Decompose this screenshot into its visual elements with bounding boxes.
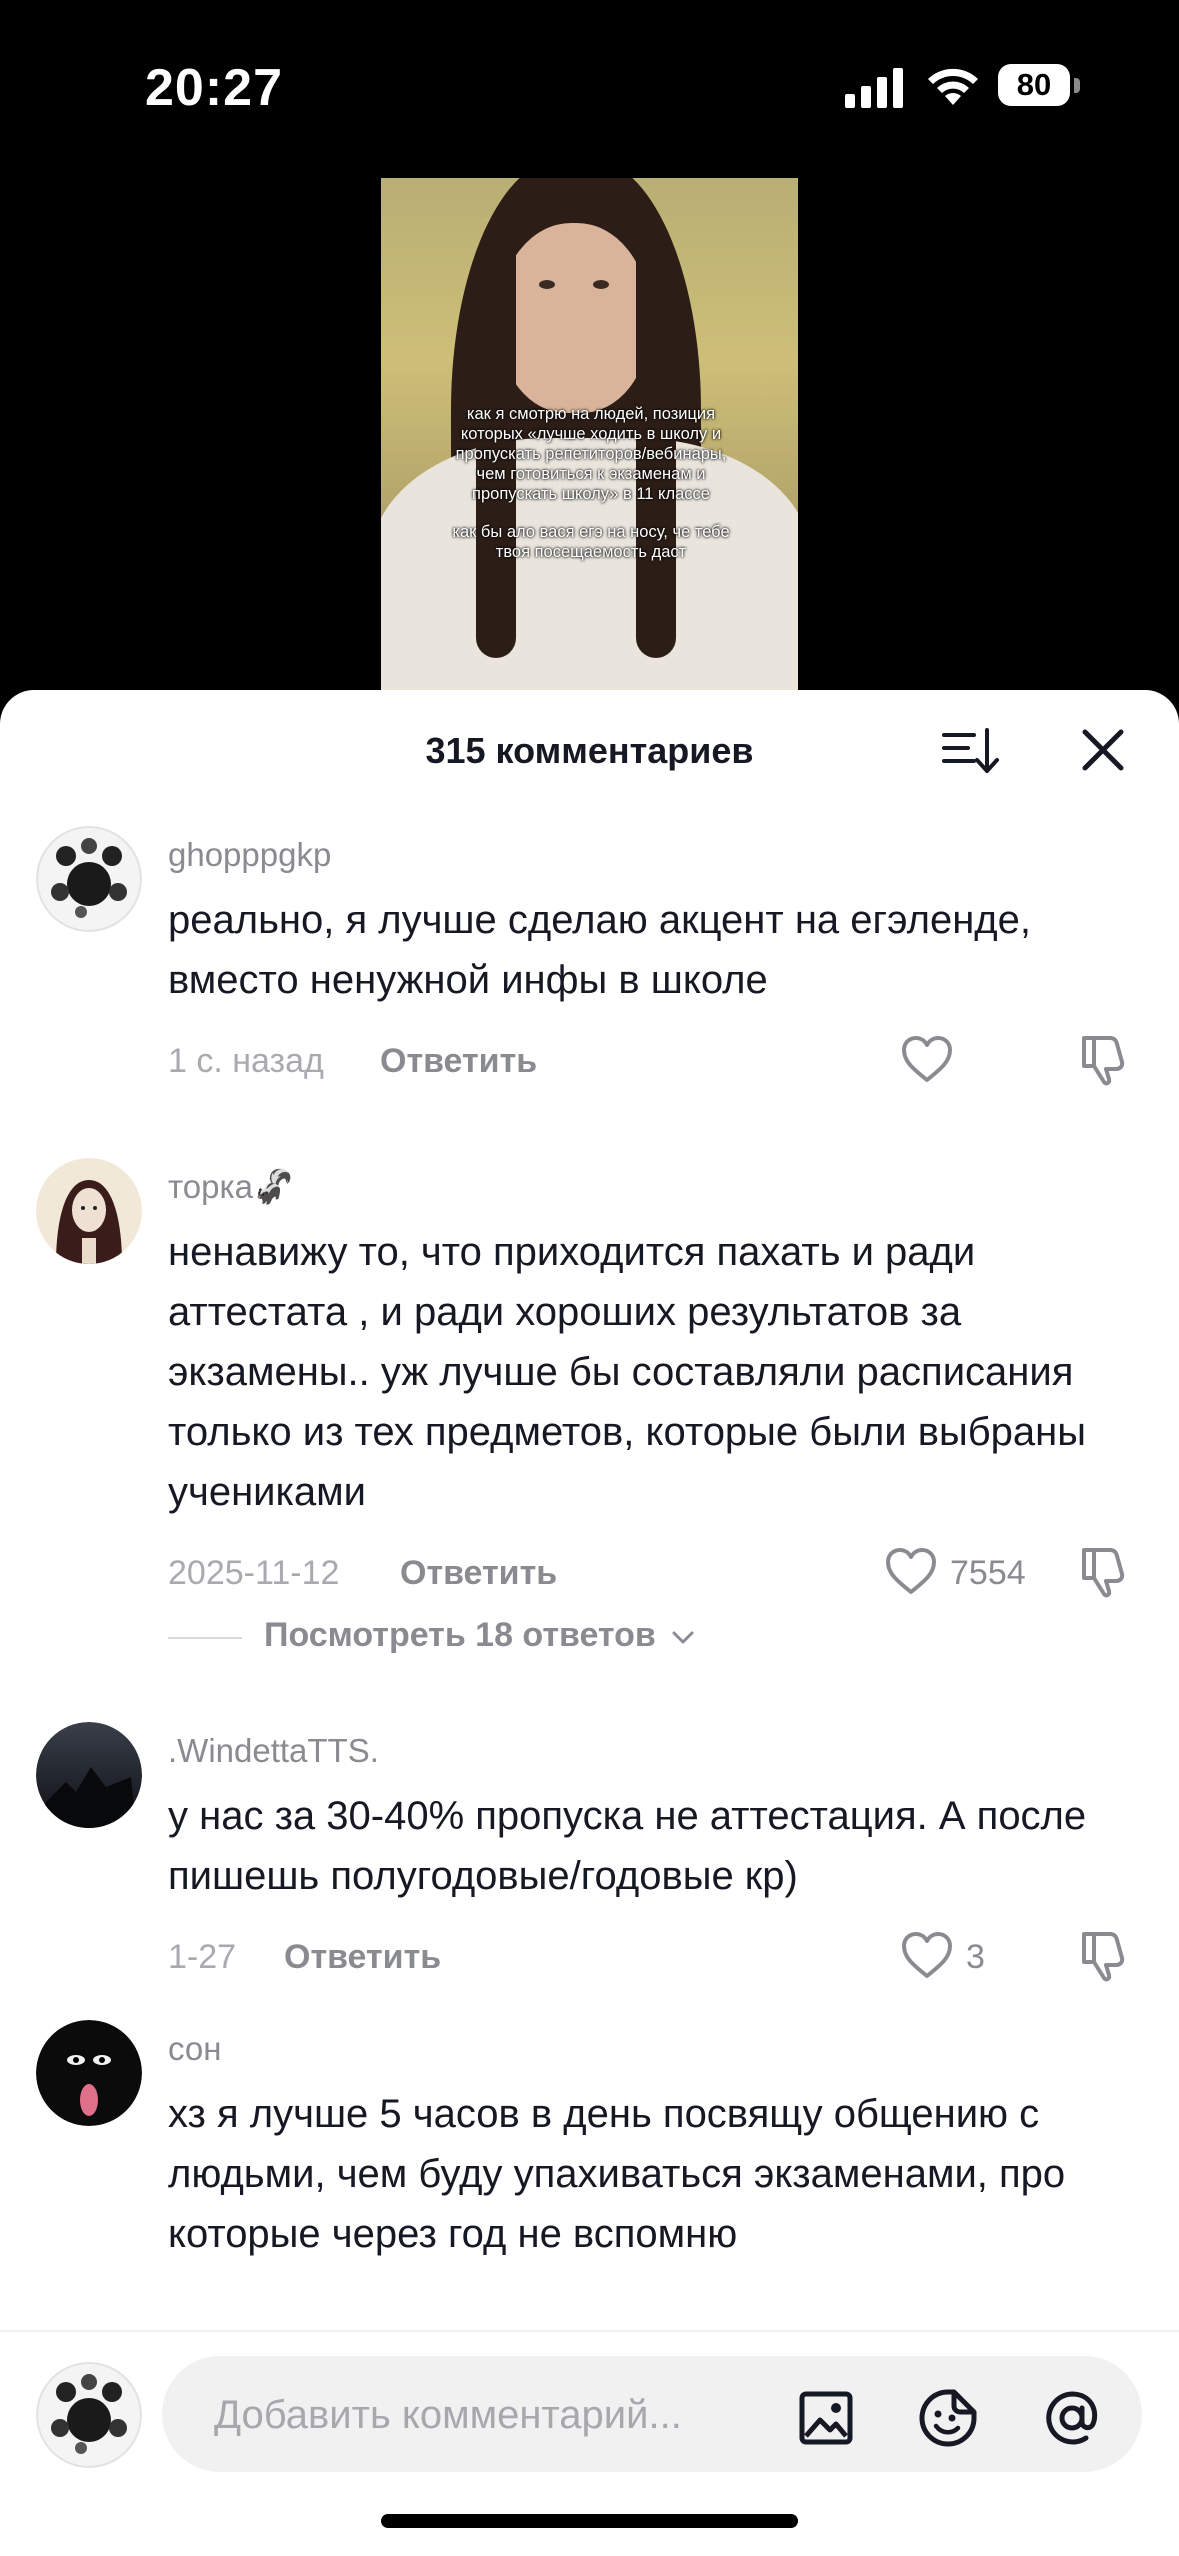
comment-text: хз я лучше 5 часов в день посвящу общени… (168, 2092, 1066, 2256)
cellular-signal-icon (845, 68, 903, 108)
comment-input-container[interactable] (162, 2356, 1142, 2472)
status-bar: 20:27 80 (0, 0, 1179, 170)
view-replies-button[interactable]: Посмотреть 18 ответов (168, 1616, 768, 1660)
comment-username[interactable]: ghopppgkp (168, 836, 331, 874)
person-face (499, 223, 649, 413)
comment-text: у нас за 30-40% пропуска не аттестация. … (168, 1794, 1087, 1898)
emoji-icon[interactable] (918, 2388, 978, 2448)
heart-icon[interactable] (900, 1930, 954, 1980)
comment-username[interactable]: сон (168, 2030, 221, 2068)
comments-sheet: 315 комментариев ghopppgkp реально, я лу… (0, 690, 1179, 2556)
dislike-icon[interactable] (1078, 1928, 1130, 1982)
battery-level: 80 (1016, 67, 1052, 102)
close-icon[interactable] (1075, 722, 1131, 778)
comment-timestamp: 1-27 (168, 1938, 237, 1976)
avatar[interactable] (36, 826, 142, 932)
chevron-down-icon (672, 1631, 694, 1644)
heart-icon[interactable] (884, 1546, 938, 1596)
comments-count-title: 315 комментариев (425, 730, 754, 771)
heart-icon[interactable] (900, 1034, 954, 1084)
image-icon[interactable] (798, 2390, 854, 2446)
comment-timestamp: 1 с. назад (168, 1042, 324, 1080)
home-indicator (381, 2514, 798, 2528)
reply-button[interactable]: Ответить (380, 1042, 537, 1081)
reply-button[interactable]: Ответить (284, 1938, 441, 1977)
at-icon[interactable] (1042, 2388, 1102, 2448)
comment-text: реально, я лучше сделаю акцент на егэлен… (168, 898, 1032, 1002)
comment-text: ненавижу то, что приходится пахать и рад… (168, 1230, 1086, 1514)
battery-icon: 80 (998, 64, 1080, 108)
comment-timestamp: 2025-11-12 (168, 1554, 340, 1592)
reply-button[interactable]: Ответить (400, 1554, 557, 1593)
like-count: 7554 (950, 1554, 1026, 1592)
wifi-icon (928, 68, 978, 105)
video-player[interactable]: как я смотрю на людей, позиция которых «… (381, 178, 798, 700)
dislike-icon[interactable] (1078, 1032, 1130, 1086)
sort-icon[interactable] (940, 720, 1000, 780)
like-count: 3 (966, 1938, 985, 1976)
view-replies-label: Посмотреть 18 ответов (264, 1616, 695, 1655)
avatar[interactable] (36, 2020, 142, 2126)
current-user-avatar (36, 2362, 142, 2468)
comment-input-bar (0, 2330, 1179, 2556)
video-caption-overlay: как я смотрю на людей, позиция которых «… (451, 404, 731, 580)
dislike-icon[interactable] (1078, 1544, 1130, 1598)
video-caption-line2: как бы ало вася егэ на носу, че тебе тво… (452, 523, 730, 561)
status-time: 20:27 (145, 59, 283, 117)
video-caption-line1: как я смотрю на людей, позиция которых «… (455, 405, 727, 503)
comment-username[interactable]: .WindettaTTS. (168, 1732, 379, 1770)
comment-username[interactable]: торка🦨 (168, 1168, 294, 1207)
avatar[interactable] (36, 1722, 142, 1828)
avatar[interactable] (36, 1158, 142, 1264)
